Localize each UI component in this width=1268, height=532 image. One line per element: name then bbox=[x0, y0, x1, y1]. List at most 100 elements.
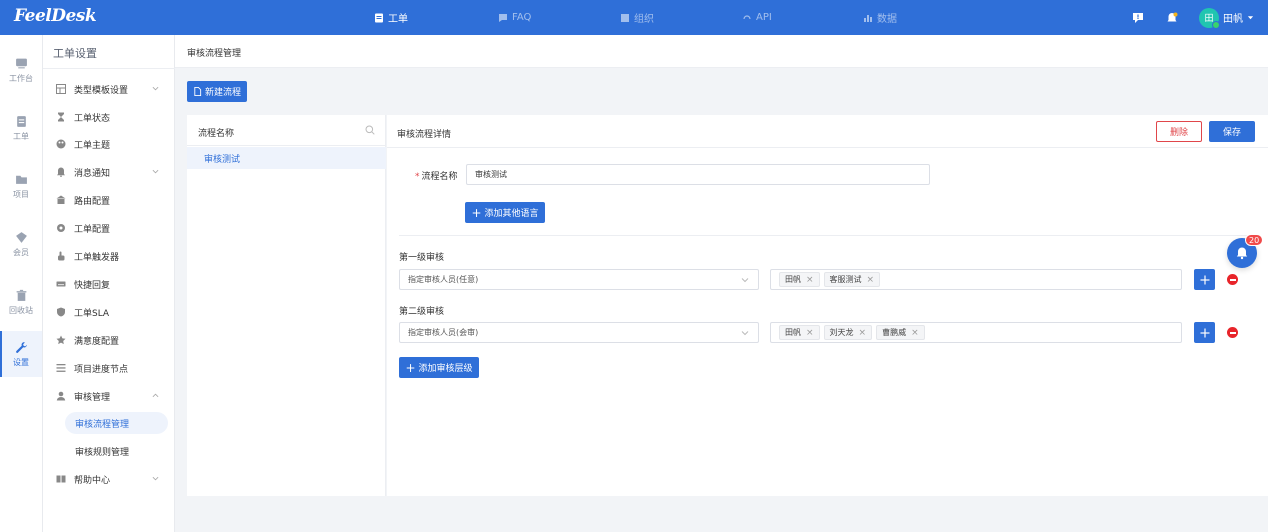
level-1-reviewers[interactable]: 田帆 × 客服测试 × bbox=[770, 269, 1182, 290]
feedback-icon[interactable] bbox=[1131, 11, 1145, 25]
rail-item-project[interactable]: 项目 bbox=[0, 163, 42, 209]
template-icon bbox=[56, 84, 66, 94]
workbench-icon bbox=[15, 58, 27, 68]
flow-detail-header: 审核流程详情 删除 保存 bbox=[387, 115, 1268, 148]
rail-item-trash[interactable]: 回收站 bbox=[0, 279, 42, 325]
flow-list-panel: 流程名称 审核测试 bbox=[187, 115, 386, 496]
chevron-down-icon bbox=[152, 169, 159, 174]
sidebar-subitem-review-flow[interactable]: 审核流程管理 bbox=[65, 412, 168, 434]
bell-icon bbox=[1236, 247, 1248, 260]
topnav-data[interactable]: 数据 bbox=[863, 0, 897, 35]
topnav-ticket-label: 工单 bbox=[388, 14, 408, 25]
sidebar-item-label: 工单配置 bbox=[74, 224, 111, 235]
sidebar-divider bbox=[43, 68, 175, 69]
rail-item-member[interactable]: 会员 bbox=[0, 221, 42, 267]
shield-icon bbox=[56, 307, 66, 317]
add-language-label: 添加其他语言 bbox=[484, 209, 539, 219]
hourglass-icon bbox=[56, 112, 66, 122]
sidebar-item-ticket-config[interactable]: 工单配置 bbox=[43, 215, 175, 241]
route-icon bbox=[56, 195, 66, 205]
chevron-down-icon bbox=[741, 278, 749, 283]
user-menu[interactable]: 田 田帆 bbox=[1199, 7, 1254, 29]
close-icon[interactable]: × bbox=[867, 275, 875, 285]
chevron-down-icon bbox=[152, 476, 159, 481]
sidebar-subitem-label: 审核流程管理 bbox=[75, 419, 130, 430]
sidebar-item-label: 快捷回复 bbox=[74, 280, 111, 291]
reviewer-tag: 田帆 × bbox=[779, 325, 820, 340]
chevron-up-icon bbox=[152, 393, 159, 398]
required-mark: * bbox=[415, 172, 420, 182]
sidebar-item-routing[interactable]: 路由配置 bbox=[43, 187, 175, 213]
gear-icon bbox=[56, 223, 66, 233]
reviewer-name: 田帆 bbox=[785, 275, 801, 284]
sidebar-item-label: 项目进度节点 bbox=[74, 364, 129, 375]
sidebar-item-progress-nodes[interactable]: 项目进度节点 bbox=[43, 355, 175, 381]
topnav-org[interactable]: 组织 bbox=[620, 0, 654, 35]
close-icon[interactable]: × bbox=[806, 328, 814, 338]
close-icon[interactable]: × bbox=[911, 328, 919, 338]
sidebar-title: 工单设置 bbox=[53, 47, 97, 60]
app-logo[interactable]: FeelDesk bbox=[14, 6, 97, 26]
rail-item-ticket[interactable]: 工单 bbox=[0, 105, 42, 151]
chevron-down-icon bbox=[741, 331, 749, 336]
save-button[interactable]: 保存 bbox=[1209, 121, 1255, 142]
level-2-reviewers[interactable]: 田帆 × 刘天龙 × 曹鹏威 × bbox=[770, 322, 1182, 343]
close-icon[interactable]: × bbox=[859, 328, 867, 338]
rail-item-label: 工单 bbox=[13, 131, 29, 141]
sidebar-item-label: 满意度配置 bbox=[74, 336, 120, 347]
level-2-add-reviewer-button[interactable] bbox=[1194, 322, 1215, 343]
level-2-mode-value: 指定审核人员(会审) bbox=[408, 328, 479, 337]
level-1-add-reviewer-button[interactable] bbox=[1194, 269, 1215, 290]
rail-item-label: 工作台 bbox=[9, 73, 33, 83]
rail-item-label: 项目 bbox=[13, 189, 29, 199]
sidebar-item-label: 工单SLA bbox=[74, 308, 110, 319]
sidebar-item-sla[interactable]: 工单SLA bbox=[43, 299, 175, 325]
sidebar-item-trigger[interactable]: 工单触发器 bbox=[43, 243, 175, 269]
new-flow-button[interactable]: 新建流程 bbox=[187, 81, 247, 102]
sidebar-item-type-template[interactable]: 类型模板设置 bbox=[43, 76, 175, 102]
topnav-api-label: API bbox=[756, 12, 772, 23]
detail-divider bbox=[399, 235, 1256, 236]
level-2-mode-select[interactable]: 指定审核人员(会审) bbox=[399, 322, 759, 343]
ticket-icon bbox=[16, 115, 26, 127]
sidebar-item-ticket-status[interactable]: 工单状态 bbox=[43, 104, 175, 130]
level-1-mode-select[interactable]: 指定审核人员(任意) bbox=[399, 269, 759, 290]
topnav-data-label: 数据 bbox=[877, 14, 897, 25]
level-2-remove-button[interactable] bbox=[1227, 327, 1238, 338]
topnav-ticket[interactable]: 工单 bbox=[374, 0, 408, 35]
user-icon bbox=[56, 391, 66, 401]
sidebar-item-review-management[interactable]: 审核管理 bbox=[43, 383, 175, 409]
avatar: 田 bbox=[1199, 7, 1220, 29]
notification-bell-icon[interactable] bbox=[1165, 11, 1179, 25]
sidebar-item-help-center[interactable]: 帮助中心 bbox=[43, 466, 175, 492]
sidebar-item-ticket-theme[interactable]: 工单主题 bbox=[43, 131, 175, 157]
sidebar-item-quick-reply[interactable]: 快捷回复 bbox=[43, 271, 175, 297]
close-icon[interactable]: × bbox=[806, 275, 814, 285]
plus-icon bbox=[1200, 328, 1209, 337]
add-level-button[interactable]: + 添加审核层级 bbox=[399, 357, 479, 378]
flow-name-input[interactable] bbox=[466, 164, 930, 185]
level-1-mode-value: 指定审核人员(任意) bbox=[408, 275, 479, 284]
topnav-faq[interactable]: FAQ bbox=[498, 0, 531, 35]
delete-button[interactable]: 删除 bbox=[1156, 121, 1202, 142]
rail-item-workbench[interactable]: 工作台 bbox=[0, 47, 42, 93]
flow-list-item[interactable]: 审核测试 bbox=[187, 147, 386, 169]
rail-item-label: 会员 bbox=[13, 247, 29, 257]
sidebar-item-notifications[interactable]: 消息通知 bbox=[43, 159, 175, 185]
add-language-button[interactable]: + 添加其他语言 bbox=[465, 202, 545, 223]
new-flow-label: 新建流程 bbox=[204, 88, 241, 98]
search-icon[interactable] bbox=[365, 125, 375, 135]
reviewer-tag: 客服测试 × bbox=[823, 272, 881, 287]
rail-item-settings[interactable]: 设置 bbox=[0, 331, 42, 377]
rail-item-label: 设置 bbox=[13, 357, 29, 367]
flow-detail-panel: 审核流程详情 删除 保存 *流程名称 + 添加其他语言 第一级审核 指定审核人员… bbox=[387, 115, 1268, 496]
level-1-label: 第一级审核 bbox=[399, 253, 445, 263]
level-2-label: 第二级审核 bbox=[399, 307, 445, 317]
sidebar-subitem-label: 审核规则管理 bbox=[75, 447, 130, 458]
sidebar-item-satisfaction[interactable]: 满意度配置 bbox=[43, 327, 175, 353]
level-1-remove-button[interactable] bbox=[1227, 274, 1238, 285]
sidebar-subitem-review-rules[interactable]: 审核规则管理 bbox=[65, 440, 168, 462]
member-icon bbox=[15, 231, 27, 243]
trash-icon bbox=[16, 289, 26, 301]
topnav-api[interactable]: API bbox=[742, 0, 772, 35]
